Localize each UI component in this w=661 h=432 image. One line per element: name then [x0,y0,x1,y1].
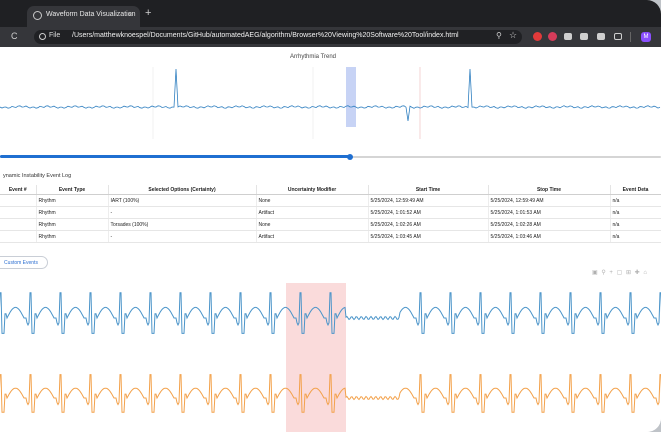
info-icon[interactable] [39,33,46,40]
table-row[interactable]: Rhythm - Artifact 5/25/2024, 1:03:45 AM … [0,230,661,243]
cell-start-time: 5/25/2024, 12:59:49 AM [368,194,489,207]
browser-window: Waveform Data Visualization × + C File /… [0,0,661,432]
cell-selected-options: IART (100%) [108,194,257,207]
cell-event-number [0,206,37,219]
event-log-title: ynamic Instability Event Log [3,173,72,179]
cell-stop-time: 5/25/2024, 12:59:49 AM [488,194,611,207]
cell-stop-time: 5/25/2024, 1:01:53 AM [488,206,611,219]
tab-waveform[interactable]: Waveform Data Visualization × [27,6,140,27]
extension-abp-icon[interactable] [548,32,557,41]
cell-selected-options: - [108,230,257,243]
extension-icon[interactable] [597,33,605,40]
file-scheme-label: File [49,32,61,39]
custom-events-button[interactable]: Custom Events [0,256,48,269]
home-icon[interactable]: ⌂ [643,270,648,276]
cell-event-type: Rhythm [36,230,109,243]
cell-event-number [0,194,37,207]
cell-start-time: 5/25/2024, 1:01:52 AM [368,206,489,219]
cell-event-type: Rhythm [36,206,109,219]
col-selected-options[interactable]: Selected Options (Certainty) [108,185,257,195]
chart-toolbar: ▣ ⚲ + ▢ ⊞ ✚ ⌂ [592,269,648,276]
table-row[interactable]: Rhythm - Artifact 5/25/2024, 1:01:52 AM … [0,206,661,219]
extension-icon[interactable] [564,33,572,40]
cell-event-details: n/a [610,218,661,231]
timeline-slider[interactable] [0,154,661,160]
address-bar[interactable]: File /Users/matthewknoespel/Documents/Gi… [34,30,522,44]
cell-stop-time: 5/25/2024, 1:03:46 AM [488,230,611,243]
cell-start-time: 5/25/2024, 1:03:45 AM [368,230,489,243]
slider-handle[interactable] [347,154,354,160]
cell-event-type: Rhythm [36,194,109,207]
crosshair-icon[interactable]: ✚ [635,270,641,276]
plus-icon[interactable]: + [609,270,614,276]
table-row[interactable]: Rhythm Torsades (100%) None 5/25/2024, 1… [0,218,661,231]
zoom-icon[interactable]: ⚲ [496,31,502,40]
box-select-icon[interactable]: ▢ [617,270,624,276]
cell-event-details: n/a [610,206,661,219]
cell-uncertainty: Artifact [256,230,369,243]
cell-stop-time: 5/25/2024, 1:02:28 AM [488,218,611,231]
col-event-number[interactable]: Event # [0,185,37,195]
reload-icon[interactable]: C [11,31,18,41]
cell-selected-options: - [108,206,257,219]
page-content: Arrhythmia Trend ynamic Instability Even… [0,47,661,432]
toolbar-divider [630,32,631,42]
cell-uncertainty: Artifact [256,206,369,219]
tab-title: Waveform Data Visualization [46,11,136,18]
col-stop-time[interactable]: Stop Time [488,185,611,195]
trend-selection[interactable] [346,67,356,127]
event-highlight[interactable] [286,283,346,432]
zoom-in-icon[interactable]: ⚲ [601,270,606,276]
globe-icon [33,11,42,20]
arrhythmia-trend-chart[interactable] [0,63,661,143]
col-start-time[interactable]: Start Time [368,185,489,195]
tab-strip: Waveform Data Visualization × + [0,0,661,27]
cell-event-number [0,218,37,231]
new-tab-icon[interactable]: + [145,8,151,19]
address-toolbar: C File /Users/matthewknoespel/Documents/… [0,27,661,47]
url-text[interactable]: /Users/matthewknoespel/Documents/GitHub/… [72,32,459,39]
profile-avatar[interactable]: M [641,32,651,42]
slider-progress [0,155,351,158]
cell-event-details: n/a [610,194,661,207]
sidepanel-icon[interactable] [614,33,622,40]
camera-icon[interactable]: ▣ [592,270,599,276]
extension-icon[interactable] [580,33,588,40]
waveform-chart[interactable] [0,283,661,432]
bookmark-star-icon[interactable]: ☆ [509,30,517,41]
col-uncertainty[interactable]: Uncertainty Modifier [256,185,369,195]
trend-chart-title: Arrhythmia Trend [290,54,337,60]
extension-shield-icon[interactable] [533,32,542,41]
table-row[interactable]: Rhythm IART (100%) None 5/25/2024, 12:59… [0,194,661,207]
cell-uncertainty: None [256,218,369,231]
cell-uncertainty: None [256,194,369,207]
table-header-row: Event # Event Type Selected Options (Cer… [0,185,661,195]
col-event-details[interactable]: Event Deta [610,185,661,195]
close-icon[interactable]: × [128,10,133,19]
cell-selected-options: Torsades (100%) [108,218,257,231]
col-event-type[interactable]: Event Type [36,185,109,195]
cell-event-number [0,230,37,243]
event-log-table: Event # Event Type Selected Options (Cer… [0,185,661,243]
trend-line [0,68,661,122]
autoscale-icon[interactable]: ⊞ [626,270,632,276]
cell-event-type: Rhythm [36,218,109,231]
cell-start-time: 5/25/2024, 1:02:26 AM [368,218,489,231]
cell-event-details: n/a [610,230,661,243]
